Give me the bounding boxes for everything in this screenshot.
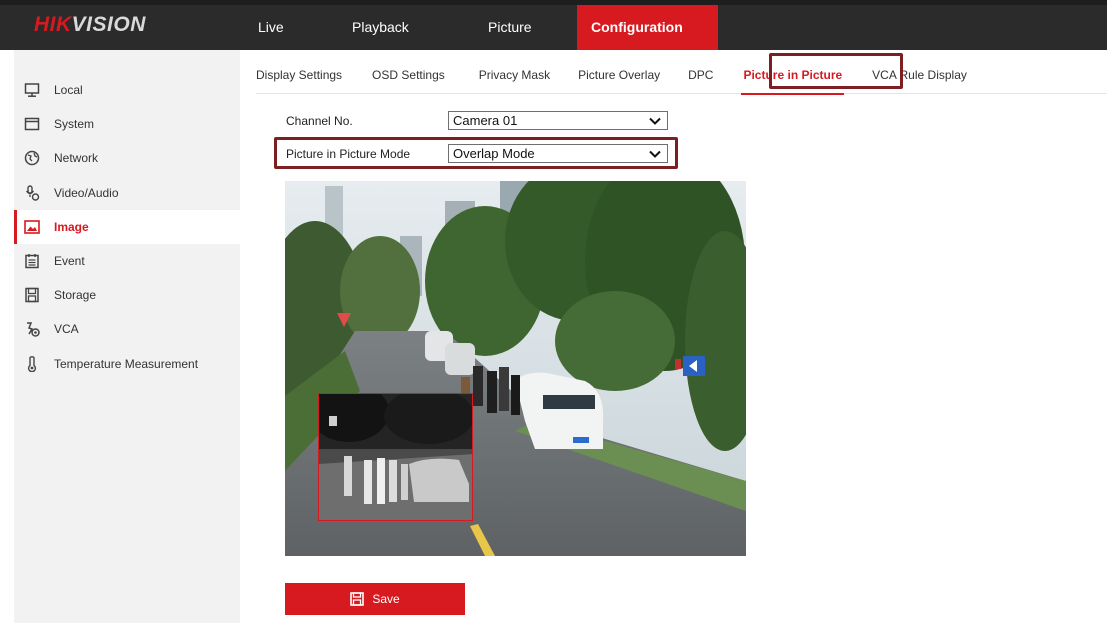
pip-mode-value: Overlap Mode <box>453 146 535 161</box>
sidebar-item-label: Image <box>54 219 89 234</box>
tab-osd-settings[interactable]: OSD Settings <box>372 56 445 94</box>
pip-mode-row: Picture in Picture Mode Overlap Mode <box>286 144 668 163</box>
image-icon <box>24 219 40 235</box>
nav-configuration[interactable]: Configuration <box>577 5 718 50</box>
chevron-down-icon <box>649 113 661 128</box>
sidebar-item-label: Storage <box>54 288 97 303</box>
sidebar-item-label: Event <box>54 254 85 269</box>
vca-icon <box>24 321 40 338</box>
tab-vca-rule-display[interactable]: VCA Rule Display <box>872 56 967 94</box>
channel-label: Channel No. <box>286 113 353 128</box>
thermal-scene <box>319 394 472 520</box>
sidebar-item-local[interactable]: Local <box>14 73 240 107</box>
sidebar: Local System Network Video/Audio Image E… <box>14 50 240 623</box>
main-nav: Live View Playback Picture Configuration <box>240 5 718 80</box>
config-tabs: Display Settings OSD Settings Privacy Ma… <box>256 56 1107 95</box>
nav-picture[interactable]: Picture <box>452 5 576 50</box>
tab-dpc[interactable]: DPC <box>688 56 713 94</box>
sidebar-item-video-audio[interactable]: Video/Audio <box>14 176 240 210</box>
channel-value: Camera 01 <box>453 113 518 128</box>
sidebar-item-label: Video/Audio <box>54 185 119 200</box>
channel-select[interactable]: Camera 01 <box>448 111 668 130</box>
thermometer-icon <box>24 355 40 372</box>
logo-part-vision: VISION <box>71 13 146 36</box>
nav-live-view[interactable]: Live View <box>240 5 332 80</box>
nav-playback[interactable]: Playback <box>332 5 452 50</box>
sidebar-item-system[interactable]: System <box>14 107 240 141</box>
sidebar-item-label: Temperature Measurement <box>54 356 199 371</box>
calendar-icon <box>24 253 40 269</box>
sidebar-item-temperature-measurement[interactable]: Temperature Measurement <box>14 347 240 381</box>
sidebar-item-vca[interactable]: VCA <box>14 312 240 346</box>
tab-picture-in-picture[interactable]: Picture in Picture <box>741 56 844 95</box>
sidebar-item-network[interactable]: Network <box>14 141 240 175</box>
sidebar-item-label: Network <box>54 151 99 166</box>
tab-picture-overlay[interactable]: Picture Overlay <box>578 56 660 94</box>
sidebar-item-storage[interactable]: Storage <box>14 278 240 312</box>
tab-display-settings[interactable]: Display Settings <box>256 56 342 94</box>
sidebar-item-event[interactable]: Event <box>14 244 240 278</box>
sidebar-item-label: Local <box>54 83 83 98</box>
logo-part-hik: HIK <box>34 13 72 36</box>
hikvision-logo: HIKVISION <box>34 13 146 37</box>
pip-mode-select[interactable]: Overlap Mode <box>448 144 668 163</box>
channel-row: Channel No. Camera 01 <box>286 111 668 130</box>
save-disk-icon <box>350 592 365 606</box>
chevron-down-icon <box>649 146 661 161</box>
sidebar-item-image[interactable]: Image <box>14 209 240 245</box>
sidebar-item-label: System <box>54 117 95 132</box>
save-label: Save <box>372 592 400 606</box>
network-globe-icon <box>24 150 40 166</box>
video-audio-icon <box>24 184 40 201</box>
top-bar: HIKVISION Live View Playback Picture Con… <box>0 0 1107 80</box>
system-icon <box>24 116 40 132</box>
pip-mode-label: Picture in Picture Mode <box>286 146 411 161</box>
pip-thermal-overlay[interactable] <box>318 393 473 521</box>
tab-privacy-mask[interactable]: Privacy Mask <box>479 56 550 94</box>
sidebar-item-label: VCA <box>54 322 79 337</box>
video-preview[interactable] <box>285 181 746 556</box>
storage-icon <box>24 287 40 303</box>
monitor-icon <box>24 82 40 98</box>
save-button[interactable]: Save <box>285 583 465 615</box>
